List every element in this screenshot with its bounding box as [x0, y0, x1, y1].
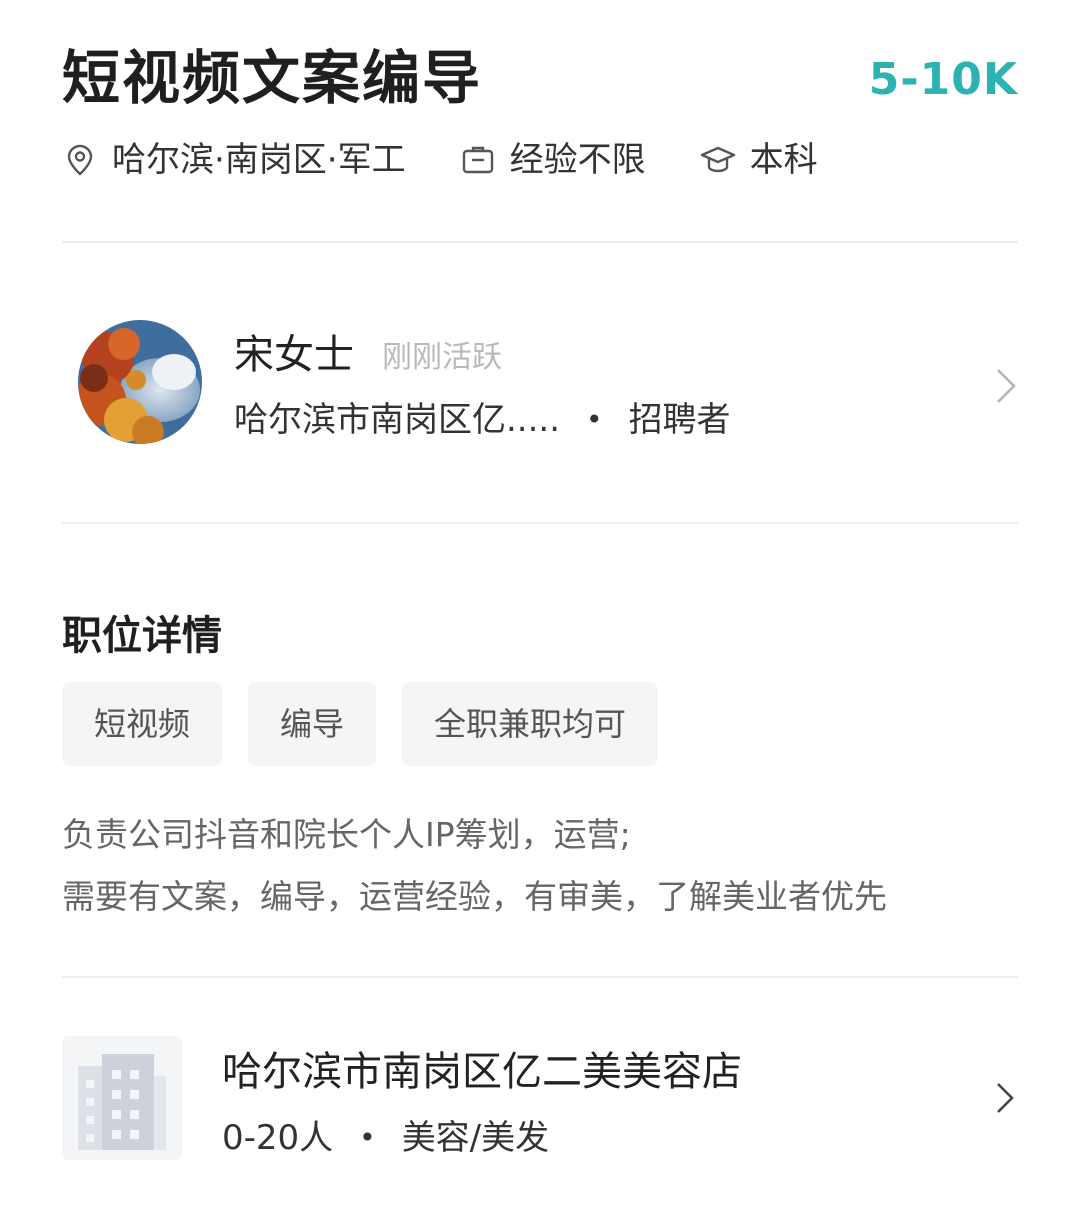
meta-location: 哈尔滨·南岗区·军工 [62, 136, 406, 184]
graduation-cap-icon [700, 146, 735, 173]
location-text: 哈尔滨·南岗区·军工 [112, 140, 406, 180]
company-industry: 美容/美发 [401, 1118, 550, 1158]
company-card[interactable]: 哈尔滨市南岗区亿二美美容店 0-20人 • 美容/美发 [62, 1036, 1018, 1166]
job-meta-row: 哈尔滨·南岗区·军工 经验不限 本科 [62, 136, 872, 184]
recruiter-avatar[interactable] [78, 320, 202, 444]
separator-dot: • [359, 1121, 376, 1154]
company-info: 0-20人 • 美容/美发 [222, 1114, 549, 1162]
recruiter-role: 招聘者 [628, 400, 731, 440]
section-title-job-details: 职位详情 [62, 613, 222, 659]
recruiter-info: 哈尔滨市南岗区亿..... • 招聘者 [234, 396, 731, 444]
job-title: 短视频文案编导 [62, 44, 483, 112]
meta-education: 本科 [700, 136, 818, 184]
location-pin-icon [67, 144, 93, 176]
job-description: 负责公司抖音和院长个人IP筹划，运营; 需要有文案，编导，运营经验，有审美，了解… [62, 804, 1018, 928]
job-tag: 全职兼职均可 [402, 682, 659, 766]
job-tag: 短视频 [62, 682, 223, 766]
experience-text: 经验不限 [509, 140, 646, 180]
divider [62, 522, 1018, 524]
divider [62, 241, 1018, 243]
briefcase-icon [462, 146, 493, 174]
company-size: 0-20人 [222, 1118, 334, 1158]
meta-experience: 经验不限 [460, 136, 646, 184]
recruiter-active-status: 刚刚活跃 [382, 340, 502, 375]
chevron-right-icon[interactable] [994, 1078, 1018, 1118]
description-line: 需要有文案，编导，运营经验，有审美，了解美业者优先 [62, 877, 887, 916]
education-text: 本科 [749, 140, 818, 180]
job-tag: 编导 [248, 682, 377, 766]
separator-dot: • [586, 403, 603, 436]
description-line: 负责公司抖音和院长个人IP筹划，运营; [62, 815, 631, 854]
job-header: 短视频文案编导 5-10K [62, 40, 1018, 120]
recruiter-card[interactable]: 宋女士 刚刚活跃 哈尔滨市南岗区亿..... • 招聘者 [62, 300, 1018, 470]
divider [62, 976, 1018, 978]
recruiter-name: 宋女士 [234, 332, 354, 378]
salary-range: 5-10K [868, 54, 1018, 105]
company-building-icon [62, 1036, 182, 1160]
company-name: 哈尔滨市南岗区亿二美美容店 [222, 1049, 742, 1095]
recruiter-company: 哈尔滨市南岗区亿..... [234, 400, 561, 440]
chevron-right-icon[interactable] [994, 366, 1018, 406]
job-tags: 短视频 编导 全职兼职均可 [62, 682, 684, 766]
